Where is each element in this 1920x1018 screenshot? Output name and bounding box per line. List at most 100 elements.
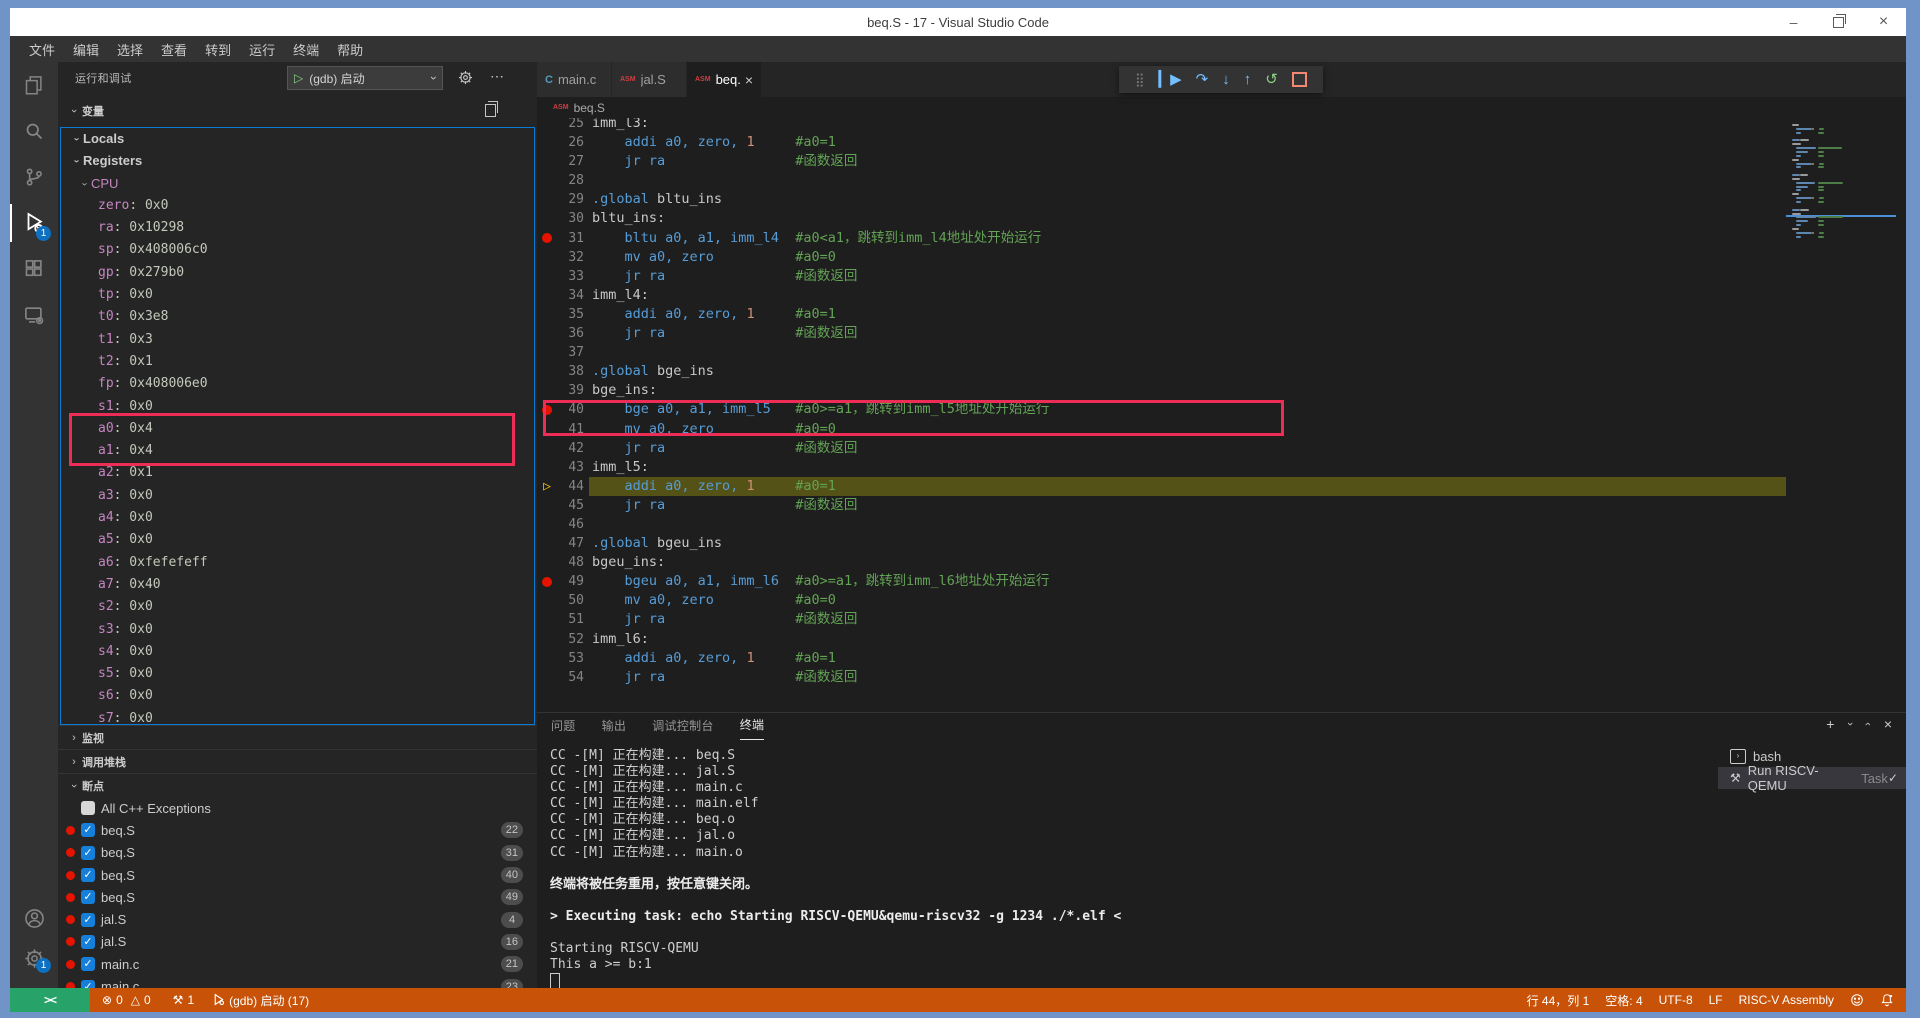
code-line-34[interactable]: 34imm_l4:: [537, 286, 1906, 305]
step-out-icon[interactable]: ↑: [1244, 66, 1252, 93]
code-line-36[interactable]: 36 jr ra #函数返回: [537, 324, 1906, 343]
menu-item-4[interactable]: 转到: [196, 40, 240, 59]
code-line-30[interactable]: 30bltu_ins:: [537, 209, 1906, 228]
minimize-icon[interactable]: –: [1771, 8, 1816, 36]
gutter[interactable]: [537, 118, 557, 133]
code-line-31[interactable]: 31 bltu a0, a1, imm_l4 #a0<a1，跳转到imm_l4地…: [537, 229, 1906, 248]
stop-icon[interactable]: [1292, 72, 1307, 87]
terminal-list-item-Run RISCV-QEMU[interactable]: ⚒Run RISCV-QEMUTask✓: [1718, 767, 1906, 789]
register-row-s5[interactable]: s5: 0x0: [61, 663, 534, 685]
register-row-t2[interactable]: t2: 0x1: [61, 351, 534, 373]
menu-item-5[interactable]: 运行: [240, 40, 284, 59]
gutter[interactable]: [537, 420, 557, 439]
panel-tab-0[interactable]: 问题: [551, 714, 576, 740]
variables-section-header[interactable]: › 变量: [58, 94, 537, 127]
gutter[interactable]: [537, 267, 557, 286]
gutter[interactable]: [537, 458, 557, 477]
step-into-icon[interactable]: ↓: [1222, 66, 1230, 93]
launch-config-dropdown[interactable]: ▷ (gdb) 启动 ›: [287, 66, 443, 90]
checkbox-checked[interactable]: ✓: [81, 935, 95, 949]
step-over-icon[interactable]: ↷: [1196, 66, 1209, 93]
register-row-sp[interactable]: sp: 0x408006c0: [61, 239, 534, 261]
register-row-t1[interactable]: t1: 0x3: [61, 329, 534, 351]
code-line-48[interactable]: 48bgeu_ins:: [537, 553, 1906, 572]
restore-icon[interactable]: [1816, 8, 1861, 36]
debug-settings-gear-icon[interactable]: [458, 70, 473, 85]
register-row-s3[interactable]: s3: 0x0: [61, 619, 534, 641]
register-row-a7[interactable]: a7: 0x40: [61, 574, 534, 596]
breakpoint-row[interactable]: ✓beq.S49: [58, 886, 537, 908]
code-line-47[interactable]: 47.global bgeu_ins: [537, 534, 1906, 553]
account-icon[interactable]: [10, 898, 58, 938]
run-and-debug-icon[interactable]: 1: [10, 200, 58, 246]
code-line-28[interactable]: 28: [537, 171, 1906, 190]
cursor-position[interactable]: 行 44，列 1: [1527, 992, 1590, 1009]
close-tab-icon[interactable]: ×: [745, 72, 753, 88]
panel-tab-2[interactable]: 调试控制台: [652, 714, 714, 740]
gutter[interactable]: [537, 400, 557, 419]
breakpoint-row[interactable]: ✓beq.S40: [58, 864, 537, 886]
register-row-gp[interactable]: gp: 0x279b0: [61, 262, 534, 284]
debug-session-status[interactable]: (gdb) 启动 (17): [212, 992, 309, 1009]
remote-explorer-icon[interactable]: [10, 292, 58, 338]
gutter[interactable]: ▷: [537, 477, 557, 496]
register-row-a0[interactable]: a0: 0x4: [61, 418, 534, 440]
checkbox-checked[interactable]: ✓: [81, 957, 95, 971]
start-debug-icon[interactable]: ▷: [294, 71, 303, 85]
callstack-section-header[interactable]: › 调用堆栈: [58, 749, 537, 773]
menu-item-7[interactable]: 帮助: [328, 40, 372, 59]
register-row-fp[interactable]: fp: 0x408006e0: [61, 373, 534, 395]
gutter[interactable]: [537, 190, 557, 209]
register-row-a5[interactable]: a5: 0x0: [61, 529, 534, 551]
menu-item-6[interactable]: 终端: [284, 40, 328, 59]
gutter[interactable]: [537, 553, 557, 572]
gutter[interactable]: [537, 209, 557, 228]
gutter[interactable]: [537, 305, 557, 324]
breakpoint-row[interactable]: ✓jal.S16: [58, 931, 537, 953]
code-line-29[interactable]: 29.global bltu_ins: [537, 190, 1906, 209]
more-actions-icon[interactable]: ⋯: [490, 68, 504, 85]
gutter[interactable]: [537, 133, 557, 152]
register-row-s2[interactable]: s2: 0x0: [61, 596, 534, 618]
source-control-icon[interactable]: [10, 154, 58, 200]
code-line-38[interactable]: 38.global bge_ins: [537, 362, 1906, 381]
variables-tree-node-Registers[interactable]: ›Registers: [61, 150, 534, 172]
breakpoint-row[interactable]: ✓beq.S22: [58, 819, 537, 841]
copy-value-icon[interactable]: [485, 104, 496, 117]
menu-item-0[interactable]: 文件: [20, 40, 64, 59]
code-line-27[interactable]: 27 jr ra #函数返回: [537, 152, 1906, 171]
code-line-42[interactable]: 42 jr ra #函数返回: [537, 439, 1906, 458]
register-row-t0[interactable]: t0: 0x3e8: [61, 306, 534, 328]
code-line-33[interactable]: 33 jr ra #函数返回: [537, 267, 1906, 286]
close-panel-icon[interactable]: ×: [1884, 716, 1892, 732]
gutter[interactable]: [537, 668, 557, 687]
extensions-icon[interactable]: [10, 246, 58, 292]
register-row-s4[interactable]: s4: 0x0: [61, 641, 534, 663]
gutter[interactable]: [537, 229, 557, 248]
new-terminal-icon[interactable]: +: [1826, 716, 1834, 732]
gutter[interactable]: [537, 439, 557, 458]
breakpoint-row[interactable]: ✓main.c23: [58, 975, 537, 988]
gutter[interactable]: [537, 630, 557, 649]
editor-tab-jal.S[interactable]: ASMjal.S: [612, 62, 687, 97]
panel-tab-1[interactable]: 输出: [602, 714, 627, 740]
checkbox-checked[interactable]: ✓: [81, 890, 95, 904]
code-line-53[interactable]: 53 addi a0, zero, 1 #a0=1: [537, 649, 1906, 668]
register-row-a1[interactable]: a1: 0x4: [61, 440, 534, 462]
breakpoints-section-header[interactable]: › 断点: [58, 773, 537, 797]
register-row-s6[interactable]: s6: 0x0: [61, 685, 534, 707]
checkbox-checked[interactable]: ✓: [81, 980, 95, 988]
breadcrumb[interactable]: ASM beq.S: [537, 97, 1906, 118]
gutter[interactable]: [537, 534, 557, 553]
panel-tab-3[interactable]: 终端: [740, 713, 765, 740]
gutter[interactable]: [537, 324, 557, 343]
code-line-37[interactable]: 37: [537, 343, 1906, 362]
menu-item-2[interactable]: 选择: [108, 40, 152, 59]
gutter[interactable]: [537, 248, 557, 267]
editor-tab-main.c[interactable]: Cmain.c: [537, 62, 612, 97]
code-line-26[interactable]: 26 addi a0, zero, 1 #a0=1: [537, 133, 1906, 152]
menu-item-1[interactable]: 编辑: [64, 40, 108, 59]
drag-grip-icon[interactable]: ⣿: [1135, 66, 1145, 93]
variables-tree-node-Locals[interactable]: ›Locals: [61, 128, 534, 150]
code-line-45[interactable]: 45 jr ra #函数返回: [537, 496, 1906, 515]
